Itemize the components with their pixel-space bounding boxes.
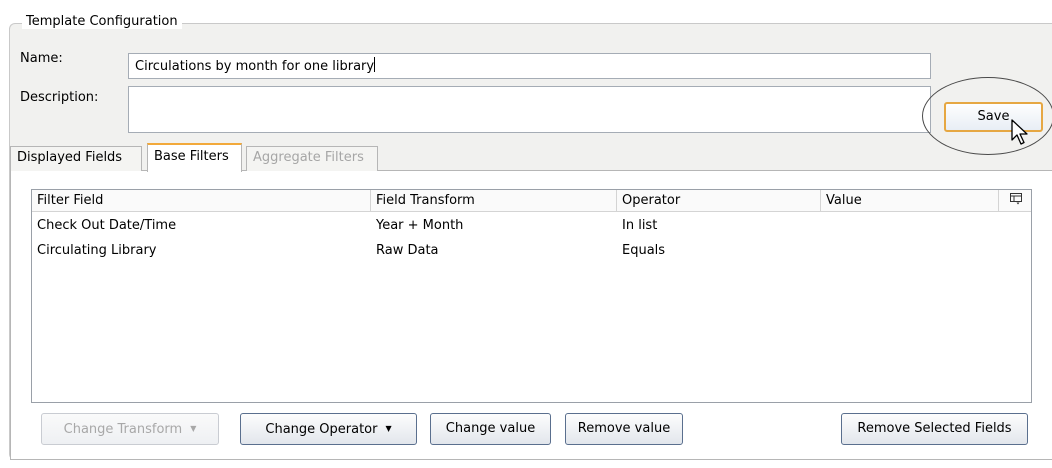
remove-selected-fields-button[interactable]: Remove Selected Fields [841, 413, 1028, 445]
remove-value-button[interactable]: Remove value [565, 413, 683, 445]
change-operator-label: Change Operator [265, 422, 378, 437]
chevron-down-icon: ▼ [190, 424, 197, 433]
name-input[interactable]: Circulations by month for one library [128, 53, 931, 79]
mouse-pointer-icon [1011, 119, 1028, 145]
cell-field-transform: Raw Data [376, 243, 439, 258]
change-transform-label: Change Transform [63, 422, 183, 437]
column-header-value[interactable]: Value [821, 190, 999, 212]
chevron-down-icon: ▼ [385, 424, 392, 433]
cell-filter-field: Check Out Date/Time [37, 218, 177, 233]
cell-operator: Equals [622, 243, 666, 258]
table-row[interactable]: Check Out Date/Time Year + Month In list [32, 214, 1031, 238]
cell-field-transform: Year + Month [376, 218, 464, 233]
column-header-field-transform[interactable]: Field Transform [371, 190, 617, 212]
column-header-filter-field[interactable]: Filter Field [32, 190, 371, 212]
change-operator-button[interactable]: Change Operator ▼ [240, 413, 417, 445]
column-header-operator[interactable]: Operator [617, 190, 821, 212]
column-picker-icon[interactable] [999, 190, 1032, 212]
description-input[interactable] [128, 86, 931, 133]
name-label: Name: [20, 51, 63, 66]
tab-displayed-fields[interactable]: Displayed Fields [10, 146, 142, 171]
table-row[interactable]: Circulating Library Raw Data Equals [32, 239, 1031, 263]
change-transform-button: Change Transform ▼ [41, 413, 219, 445]
tab-base-filters[interactable]: Base Filters [147, 143, 242, 172]
group-legend: Template Configuration [22, 14, 182, 29]
grid-header: Filter Field Field Transform Operator Va… [32, 190, 1031, 212]
filters-grid[interactable]: Filter Field Field Transform Operator Va… [31, 189, 1032, 403]
cell-operator: In list [622, 218, 658, 233]
tab-aggregate-filters: Aggregate Filters [246, 146, 378, 171]
cell-filter-field: Circulating Library [37, 243, 157, 258]
description-label: Description: [20, 90, 99, 105]
name-value: Circulations by month for one library [135, 59, 375, 74]
text-caret [374, 57, 376, 72]
change-value-button[interactable]: Change value [430, 413, 551, 445]
